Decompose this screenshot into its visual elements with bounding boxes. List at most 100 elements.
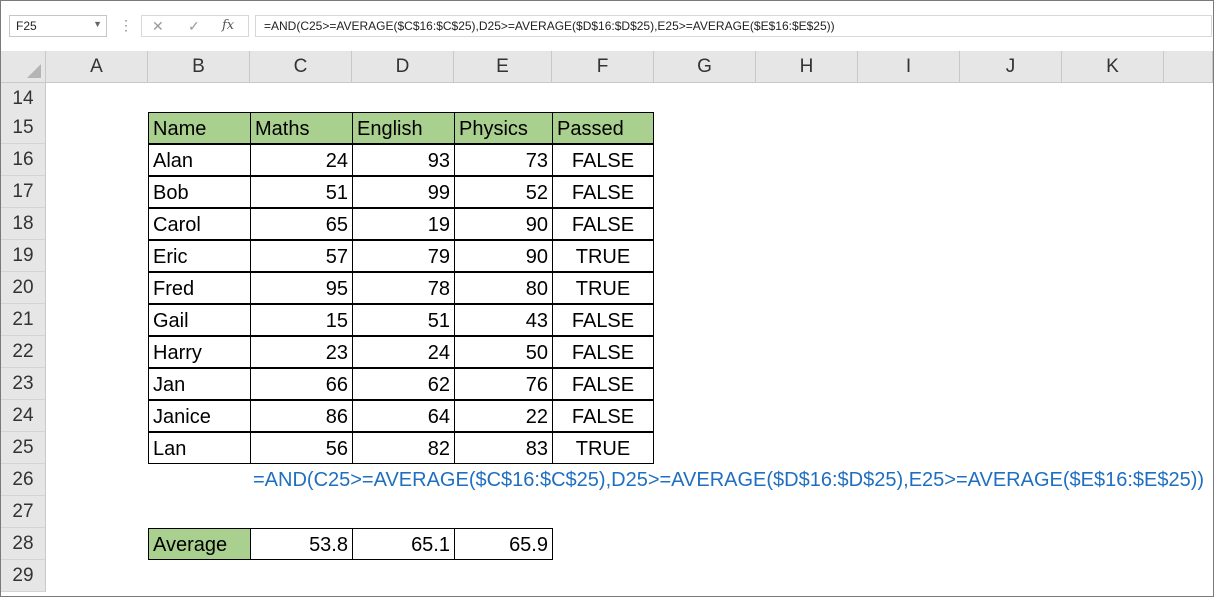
cell-name[interactable]: Alan (148, 144, 251, 176)
row-header-18[interactable]: 18 (1, 208, 46, 240)
cell-physics[interactable]: 52 (454, 176, 553, 208)
cell-english[interactable]: 19 (352, 208, 455, 240)
column-header-h[interactable]: H (756, 51, 858, 83)
cell-maths[interactable]: 66 (250, 368, 353, 400)
cell-maths[interactable]: 86 (250, 400, 353, 432)
row-header-21[interactable]: 21 (1, 304, 46, 336)
cell-physics[interactable]: 90 (454, 208, 553, 240)
cell-name[interactable]: Eric (148, 240, 251, 272)
row-header-27[interactable]: 27 (1, 496, 46, 528)
more-options-icon[interactable]: ⋮ (119, 17, 133, 34)
average-maths[interactable]: 53.8 (250, 528, 353, 560)
select-all-button[interactable] (1, 51, 46, 83)
column-header-c[interactable]: C (250, 51, 352, 83)
row-header-29[interactable]: 29 (1, 560, 46, 592)
name-box[interactable]: F25 ▼ (9, 15, 107, 37)
cell-english[interactable]: 51 (352, 304, 455, 336)
row-header-22[interactable]: 22 (1, 336, 46, 368)
cell-maths[interactable]: 24 (250, 144, 353, 176)
cell-name[interactable]: Fred (148, 272, 251, 304)
cell-passed[interactable]: FALSE (552, 304, 654, 336)
row-header-28[interactable]: 28 (1, 528, 46, 560)
cell-english[interactable]: 82 (352, 432, 455, 464)
cell-passed[interactable]: FALSE (552, 400, 654, 432)
cell-name[interactable]: Gail (148, 304, 251, 336)
cell-name[interactable]: Carol (148, 208, 251, 240)
cell-passed[interactable]: FALSE (552, 336, 654, 368)
row-header-23[interactable]: 23 (1, 368, 46, 400)
cell-passed[interactable]: TRUE (552, 240, 654, 272)
table-header-passed[interactable]: Passed (552, 112, 654, 144)
row-header-14[interactable]: 14 (1, 83, 46, 115)
cell-english[interactable]: 93 (352, 144, 455, 176)
column-header-g[interactable]: G (654, 51, 756, 83)
cell-maths[interactable]: 65 (250, 208, 353, 240)
row-header-26[interactable]: 26 (1, 464, 46, 496)
cell-physics[interactable]: 90 (454, 240, 553, 272)
cell-english[interactable]: 64 (352, 400, 455, 432)
cell-name[interactable]: Jan (148, 368, 251, 400)
formula-text: =AND(C25>=AVERAGE($C$16:$C$25),D25>=AVER… (264, 19, 835, 33)
cell-physics[interactable]: 80 (454, 272, 553, 304)
cell-maths[interactable]: 23 (250, 336, 353, 368)
cell-name[interactable]: Lan (148, 432, 251, 464)
cell-passed[interactable]: FALSE (552, 176, 654, 208)
cell-maths[interactable]: 56 (250, 432, 353, 464)
cell-english[interactable]: 99 (352, 176, 455, 208)
cell-physics[interactable]: 83 (454, 432, 553, 464)
table-header-physics[interactable]: Physics (454, 112, 553, 144)
column-header-f[interactable]: F (552, 51, 654, 83)
formula-annotation[interactable]: =AND(C25>=AVERAGE($C$16:$C$25),D25>=AVER… (253, 464, 1204, 496)
cell-physics[interactable]: 73 (454, 144, 553, 176)
column-header-j[interactable]: J (960, 51, 1062, 83)
cell-physics[interactable]: 50 (454, 336, 553, 368)
name-box-value: F25 (16, 19, 37, 33)
column-header-i[interactable]: I (858, 51, 960, 83)
cell-physics[interactable]: 22 (454, 400, 553, 432)
cell-english[interactable]: 79 (352, 240, 455, 272)
cell-maths[interactable]: 95 (250, 272, 353, 304)
cell-passed-selected[interactable]: TRUE (552, 432, 654, 464)
cell-passed[interactable]: FALSE (552, 208, 654, 240)
table-header-maths[interactable]: Maths (250, 112, 353, 144)
column-header-l[interactable] (1164, 51, 1213, 83)
row-header-15[interactable]: 15 (1, 112, 46, 144)
row-header-19[interactable]: 19 (1, 240, 46, 272)
cell-passed[interactable]: FALSE (552, 144, 654, 176)
table-header-name[interactable]: Name (148, 112, 251, 144)
cell-physics[interactable]: 76 (454, 368, 553, 400)
enter-icon[interactable]: ✓ (188, 18, 200, 35)
average-physics[interactable]: 65.9 (454, 528, 553, 560)
average-label[interactable]: Average (148, 528, 251, 560)
column-header-b[interactable]: B (148, 51, 250, 83)
row-header-17[interactable]: 17 (1, 176, 46, 208)
formula-bar: F25 ▼ ⋮ ✕ ✓ fx =AND(C25>=AVERAGE($C$16:$… (1, 1, 1213, 51)
insert-function-icon[interactable]: fx (222, 18, 234, 33)
row-header-16[interactable]: 16 (1, 144, 46, 176)
column-header-a[interactable]: A (46, 51, 148, 83)
cell-name[interactable]: Bob (148, 176, 251, 208)
formula-input[interactable]: =AND(C25>=AVERAGE($C$16:$C$25),D25>=AVER… (255, 15, 1212, 37)
cancel-icon[interactable]: ✕ (152, 18, 164, 35)
cell-name[interactable]: Harry (148, 336, 251, 368)
column-header-d[interactable]: D (352, 51, 454, 83)
cell-name[interactable]: Janice (148, 400, 251, 432)
table-header-english[interactable]: English (352, 112, 455, 144)
column-header-k[interactable]: K (1062, 51, 1164, 83)
cell-maths[interactable]: 57 (250, 240, 353, 272)
cell-english[interactable]: 62 (352, 368, 455, 400)
row-header-20[interactable]: 20 (1, 272, 46, 304)
column-header-e[interactable]: E (454, 51, 552, 83)
chevron-down-icon[interactable]: ▼ (93, 19, 102, 29)
cell-passed[interactable]: TRUE (552, 272, 654, 304)
cell-english[interactable]: 24 (352, 336, 455, 368)
row-header-24[interactable]: 24 (1, 400, 46, 432)
cell-physics[interactable]: 43 (454, 304, 553, 336)
cell-maths[interactable]: 51 (250, 176, 353, 208)
average-english[interactable]: 65.1 (352, 528, 455, 560)
cell-maths[interactable]: 15 (250, 304, 353, 336)
spreadsheet-window: F25 ▼ ⋮ ✕ ✓ fx =AND(C25>=AVERAGE($C$16:$… (0, 0, 1214, 597)
cell-english[interactable]: 78 (352, 272, 455, 304)
cell-passed[interactable]: FALSE (552, 368, 654, 400)
row-header-25[interactable]: 25 (1, 432, 46, 464)
